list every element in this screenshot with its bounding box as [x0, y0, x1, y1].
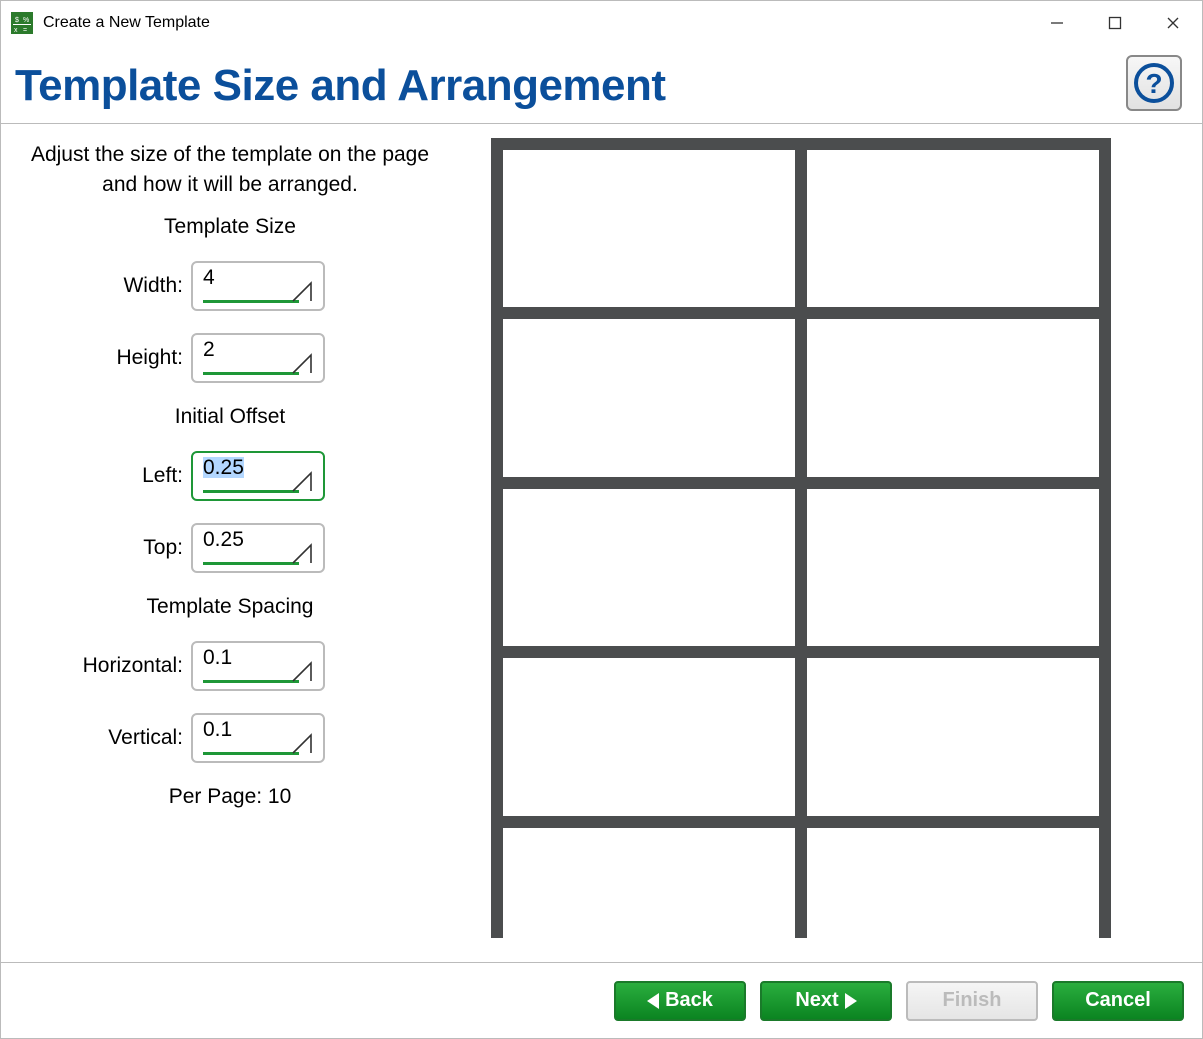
help-button[interactable]: ?	[1126, 55, 1182, 111]
per-page-text: Per Page: 10	[15, 785, 445, 809]
wizard-footer: Back Next Finish Cancel	[1, 962, 1202, 1038]
left-offset-input[interactable]: 0.25	[191, 451, 325, 501]
cancel-button-label: Cancel	[1085, 989, 1151, 1012]
spinner-knob-icon	[291, 281, 315, 305]
maximize-button[interactable]	[1086, 1, 1144, 45]
height-value: 2	[203, 339, 215, 360]
vertical-label: Vertical:	[108, 726, 183, 750]
preview-cell	[807, 150, 1099, 307]
back-button[interactable]: Back	[614, 981, 746, 1021]
spinner-knob-icon	[291, 353, 315, 377]
top-offset-value: 0.25	[203, 529, 244, 550]
triangle-left-icon	[647, 993, 659, 1009]
horizontal-label: Horizontal:	[83, 654, 183, 678]
spinner-knob-icon	[291, 733, 315, 757]
spinner-knob-icon	[291, 661, 315, 685]
height-input[interactable]: 2	[191, 333, 325, 383]
next-button-label: Next	[795, 989, 838, 1012]
preview-cell	[503, 489, 795, 646]
window-controls	[1028, 1, 1202, 45]
preview-panel	[445, 134, 1188, 961]
next-button[interactable]: Next	[760, 981, 892, 1021]
vertical-spacing-input[interactable]: 0.1	[191, 713, 325, 763]
cancel-button[interactable]: Cancel	[1052, 981, 1184, 1021]
svg-text:$: $	[15, 17, 19, 24]
wizard-header: Template Size and Arrangement ?	[1, 45, 1202, 124]
back-button-label: Back	[665, 989, 713, 1012]
minimize-button[interactable]	[1028, 1, 1086, 45]
left-label: Left:	[142, 464, 183, 488]
preview-cell	[503, 658, 795, 815]
title-bar: $ % x = Create a New Template	[1, 1, 1202, 45]
spinner-knob-icon	[291, 543, 315, 567]
settings-panel: Adjust the size of the template on the p…	[15, 134, 445, 961]
preview-cell	[807, 828, 1099, 938]
content-area: Adjust the size of the template on the p…	[1, 124, 1202, 961]
page-title: Template Size and Arrangement	[15, 61, 666, 111]
window-title: Create a New Template	[43, 14, 1028, 32]
top-offset-input[interactable]: 0.25	[191, 523, 325, 573]
preview-cell	[807, 489, 1099, 646]
initial-offset-heading: Initial Offset	[15, 405, 445, 429]
app-icon: $ % x =	[11, 12, 33, 34]
horizontal-spacing-value: 0.1	[203, 647, 232, 668]
horizontal-spacing-input[interactable]: 0.1	[191, 641, 325, 691]
width-input[interactable]: 4	[191, 261, 325, 311]
layout-preview	[491, 138, 1111, 938]
width-value: 4	[203, 267, 215, 288]
preview-cell	[503, 150, 795, 307]
height-label: Height:	[116, 346, 183, 370]
svg-text:?: ?	[1145, 68, 1162, 99]
close-button[interactable]	[1144, 1, 1202, 45]
template-size-heading: Template Size	[15, 215, 445, 239]
preview-cell	[807, 658, 1099, 815]
preview-cell	[807, 319, 1099, 476]
width-label: Width:	[123, 274, 183, 298]
preview-cell	[503, 828, 795, 938]
svg-text:x: x	[14, 27, 18, 34]
finish-button-label: Finish	[943, 989, 1002, 1012]
top-label: Top:	[143, 536, 183, 560]
left-offset-value: 0.25	[203, 457, 244, 478]
triangle-right-icon	[845, 993, 857, 1009]
vertical-spacing-value: 0.1	[203, 719, 232, 740]
finish-button: Finish	[906, 981, 1038, 1021]
spinner-knob-icon	[291, 471, 315, 495]
svg-text:%: %	[23, 17, 29, 24]
template-spacing-heading: Template Spacing	[15, 595, 445, 619]
svg-text:=: =	[23, 27, 27, 34]
intro-text: Adjust the size of the template on the p…	[15, 140, 445, 201]
preview-cell	[503, 319, 795, 476]
